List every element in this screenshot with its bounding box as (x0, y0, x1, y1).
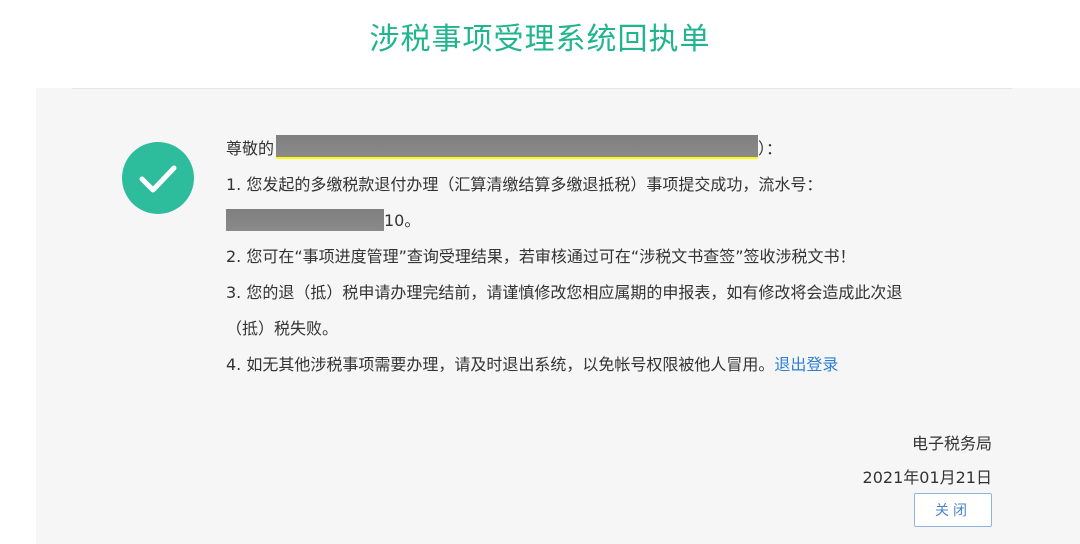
message-item-4-text: 4. 如无其他涉税事项需要办理，请及时退出系统，以免帐号权限被他人冒用。 (226, 355, 775, 374)
page-title: 涉税事项受理系统回执单 (369, 22, 711, 57)
message-item-2: 2. 您可在“事项进度管理”查询受理结果，若审核通过可在“涉税文书查签”签收涉税… (226, 247, 856, 266)
redacted-taxpayer-name (276, 135, 759, 159)
greeting-line: 尊敬的 ）： (226, 131, 1006, 167)
receipt-footer: 电子税务局 2021年01月21日 (863, 427, 992, 495)
serial-number-tail: 10。 (384, 211, 421, 230)
greeting-prefix: 尊敬的 (226, 139, 275, 158)
logout-link[interactable]: 退出登录 (774, 355, 838, 374)
redacted-serial-number (226, 209, 384, 231)
message-item-4: 4. 如无其他涉税事项需要办理，请及时退出系统，以免帐号权限被他人冒用。退出登录 (226, 347, 1006, 383)
receipt-message: 尊敬的 ）： 1. 您发起的多缴税款退付办理（汇算清缴结算多缴退抵税）事项提交成功… (226, 131, 1006, 383)
header-divider (72, 88, 1012, 89)
close-button[interactable]: 关闭 (914, 493, 992, 527)
issue-date: 2021年01月21日 (862, 468, 992, 487)
serial-number-line: 10。 (226, 203, 1006, 239)
issuer-name: 电子税务局 (911, 434, 992, 453)
success-check-icon (122, 142, 194, 214)
message-item-1: 1. 您发起的多缴税款退付办理（汇算清缴结算多缴退抵税）事项提交成功，流水号： (226, 175, 823, 194)
message-item-3-continued: （抵）税失败。 (226, 319, 339, 338)
message-item-3: 3. 您的退（抵）税申请办理完结前，请谨慎修改您相应属期的申报表，如有修改将会造… (226, 283, 903, 302)
greeting-suffix: ）： (758, 139, 783, 158)
